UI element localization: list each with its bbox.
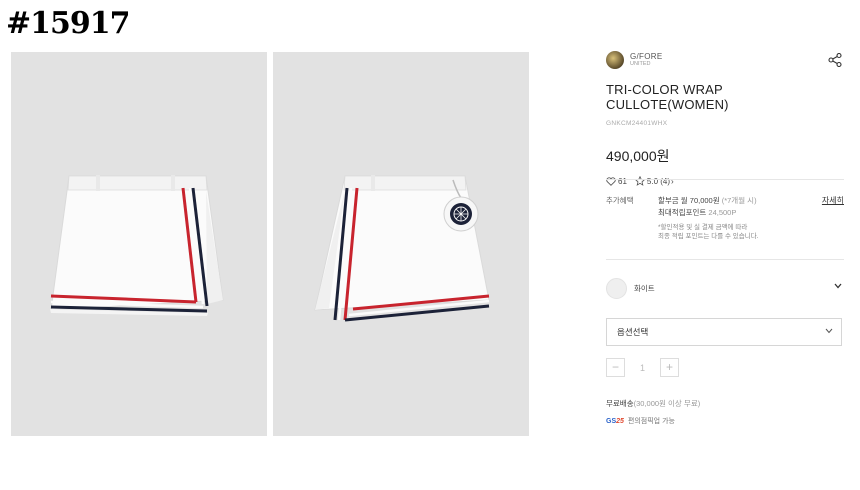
gs25-logo-25: 25 — [616, 417, 624, 425]
shipping-info: 무료배송(30,000원 이상 무료) — [606, 398, 700, 409]
gs25-logo-gs: GS — [606, 417, 617, 425]
shipping-condition: (30,000원 이상 무료) — [633, 399, 701, 408]
gs25-logo: GS25 — [606, 418, 624, 425]
product-meta: 61 5.0 (4) › — [606, 176, 844, 186]
benefit-label: 추가혜택 — [606, 196, 634, 205]
brand-logo[interactable] — [606, 51, 624, 69]
points-label: 최대적립포인트 — [658, 208, 707, 217]
divider — [606, 179, 844, 180]
points-value: 24,500P — [708, 208, 737, 217]
heart-icon — [606, 176, 616, 186]
points-note-line-1: *할인적용 및 실 결제 금액에 따라 — [658, 224, 748, 231]
chevron-right-icon: › — [671, 176, 674, 186]
installment-line: 할부금 월 70,000원 (*7개월 시) — [658, 195, 828, 207]
points-note: *할인적용 및 실 결제 금액에 따라 최종 적립 포인트는 다를 수 있습니다… — [658, 223, 828, 241]
like-count: 61 — [618, 176, 627, 186]
product-image-front[interactable] — [11, 52, 267, 436]
product-price: 490,000원 — [606, 148, 670, 164]
brand-name[interactable]: G/FORE UNITED — [630, 51, 663, 68]
shipping-label: 무료배송 — [606, 399, 634, 408]
image-tag: #15917 — [6, 6, 131, 41]
star-icon — [634, 176, 645, 186]
points-note-line-2: 최종 적립 포인트는 다를 수 있습니다. — [658, 233, 759, 240]
points-line: 최대적립포인트 24,500P — [658, 207, 828, 219]
brand-name-text: G/FORE — [630, 51, 663, 61]
rating-value: 5.0 — [646, 176, 659, 186]
benefit-detail-link[interactable]: 자세히 — [822, 195, 844, 206]
quantity-increase-button[interactable]: + — [660, 358, 679, 377]
chevron-down-icon — [834, 283, 842, 289]
quantity-decrease-button[interactable]: − — [606, 358, 625, 377]
gs25-pickup: GS25 편의점픽업 가능 — [606, 416, 675, 426]
color-selector[interactable]: 화이트 — [606, 276, 844, 300]
product-code: GNKCM24401WHX — [606, 120, 668, 127]
color-name: 화이트 — [634, 283, 655, 293]
rating-link[interactable]: 5.0 (4) › — [634, 176, 674, 186]
installment-months: (*7개월 시) — [721, 196, 757, 205]
product-title: TRI-COLOR WRAP CULLOTE(WOMEN) — [606, 82, 729, 112]
brand-sub-text: UNITED — [630, 60, 651, 67]
review-count: (4) — [660, 176, 671, 186]
quantity-value[interactable]: 1 — [625, 363, 660, 373]
gs25-pickup-text: 편의점픽업 가능 — [627, 418, 675, 425]
quantity-stepper: − 1 + — [606, 358, 679, 377]
like-button[interactable]: 61 — [606, 177, 627, 186]
skirt-back-illustration — [314, 175, 490, 322]
product-image-back[interactable] — [273, 52, 529, 436]
share-icon[interactable] — [828, 53, 842, 67]
product-info-panel: G/FORE UNITED TRI-COLOR WRAP CULLOTE(WOM… — [606, 48, 844, 425]
installment-text: 할부금 월 70,000원 — [658, 196, 720, 205]
brand-row: G/FORE UNITED — [606, 48, 844, 72]
skirt-front-illustration — [50, 175, 224, 316]
divider — [606, 259, 844, 260]
color-swatch — [606, 277, 627, 299]
option-select-label: 옵션선택 — [617, 327, 649, 337]
chevron-down-icon — [825, 328, 833, 334]
option-select[interactable]: 옵션선택 — [606, 318, 842, 346]
